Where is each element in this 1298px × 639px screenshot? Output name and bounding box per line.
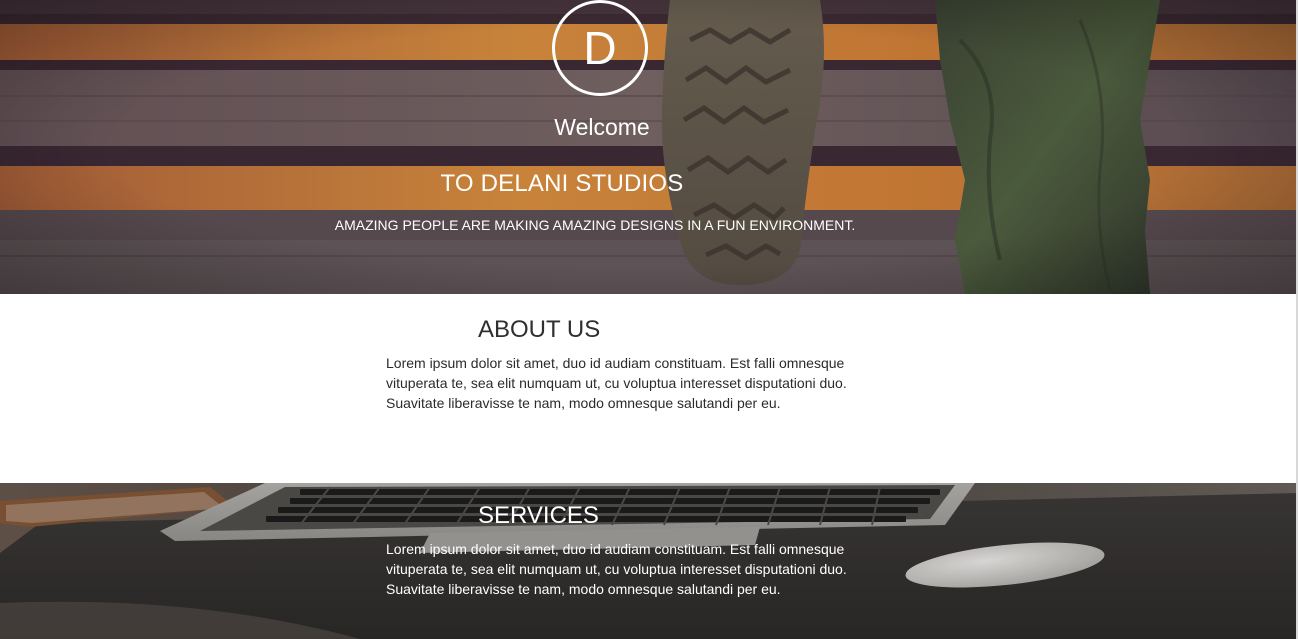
services-heading: SERVICES [478, 502, 599, 529]
hero-section: D Welcome TO DELANI STUDIOS AMAZING PEOP… [0, 0, 1296, 294]
about-section: ABOUT US Lorem ipsum dolor sit amet, duo… [0, 294, 1296, 483]
landing-page: D Welcome TO DELANI STUDIOS AMAZING PEOP… [0, 0, 1298, 639]
logo-badge[interactable]: D [552, 0, 648, 96]
hero-content: D Welcome TO DELANI STUDIOS AMAZING PEOP… [0, 0, 1296, 294]
logo-letter: D [583, 22, 617, 74]
hero-title: TO DELANI STUDIOS [440, 170, 684, 197]
services-paragraph: Lorem ipsum dolor sit amet, duo id audia… [386, 541, 847, 597]
services-section: SERVICES Lorem ipsum dolor sit amet, duo… [0, 483, 1296, 639]
about-paragraph: Lorem ipsum dolor sit amet, duo id audia… [386, 355, 847, 411]
hero-tagline: AMAZING PEOPLE ARE MAKING AMAZING DESIGN… [334, 217, 856, 233]
hero-welcome-text: Welcome [554, 114, 650, 140]
about-heading: ABOUT US [478, 316, 601, 343]
